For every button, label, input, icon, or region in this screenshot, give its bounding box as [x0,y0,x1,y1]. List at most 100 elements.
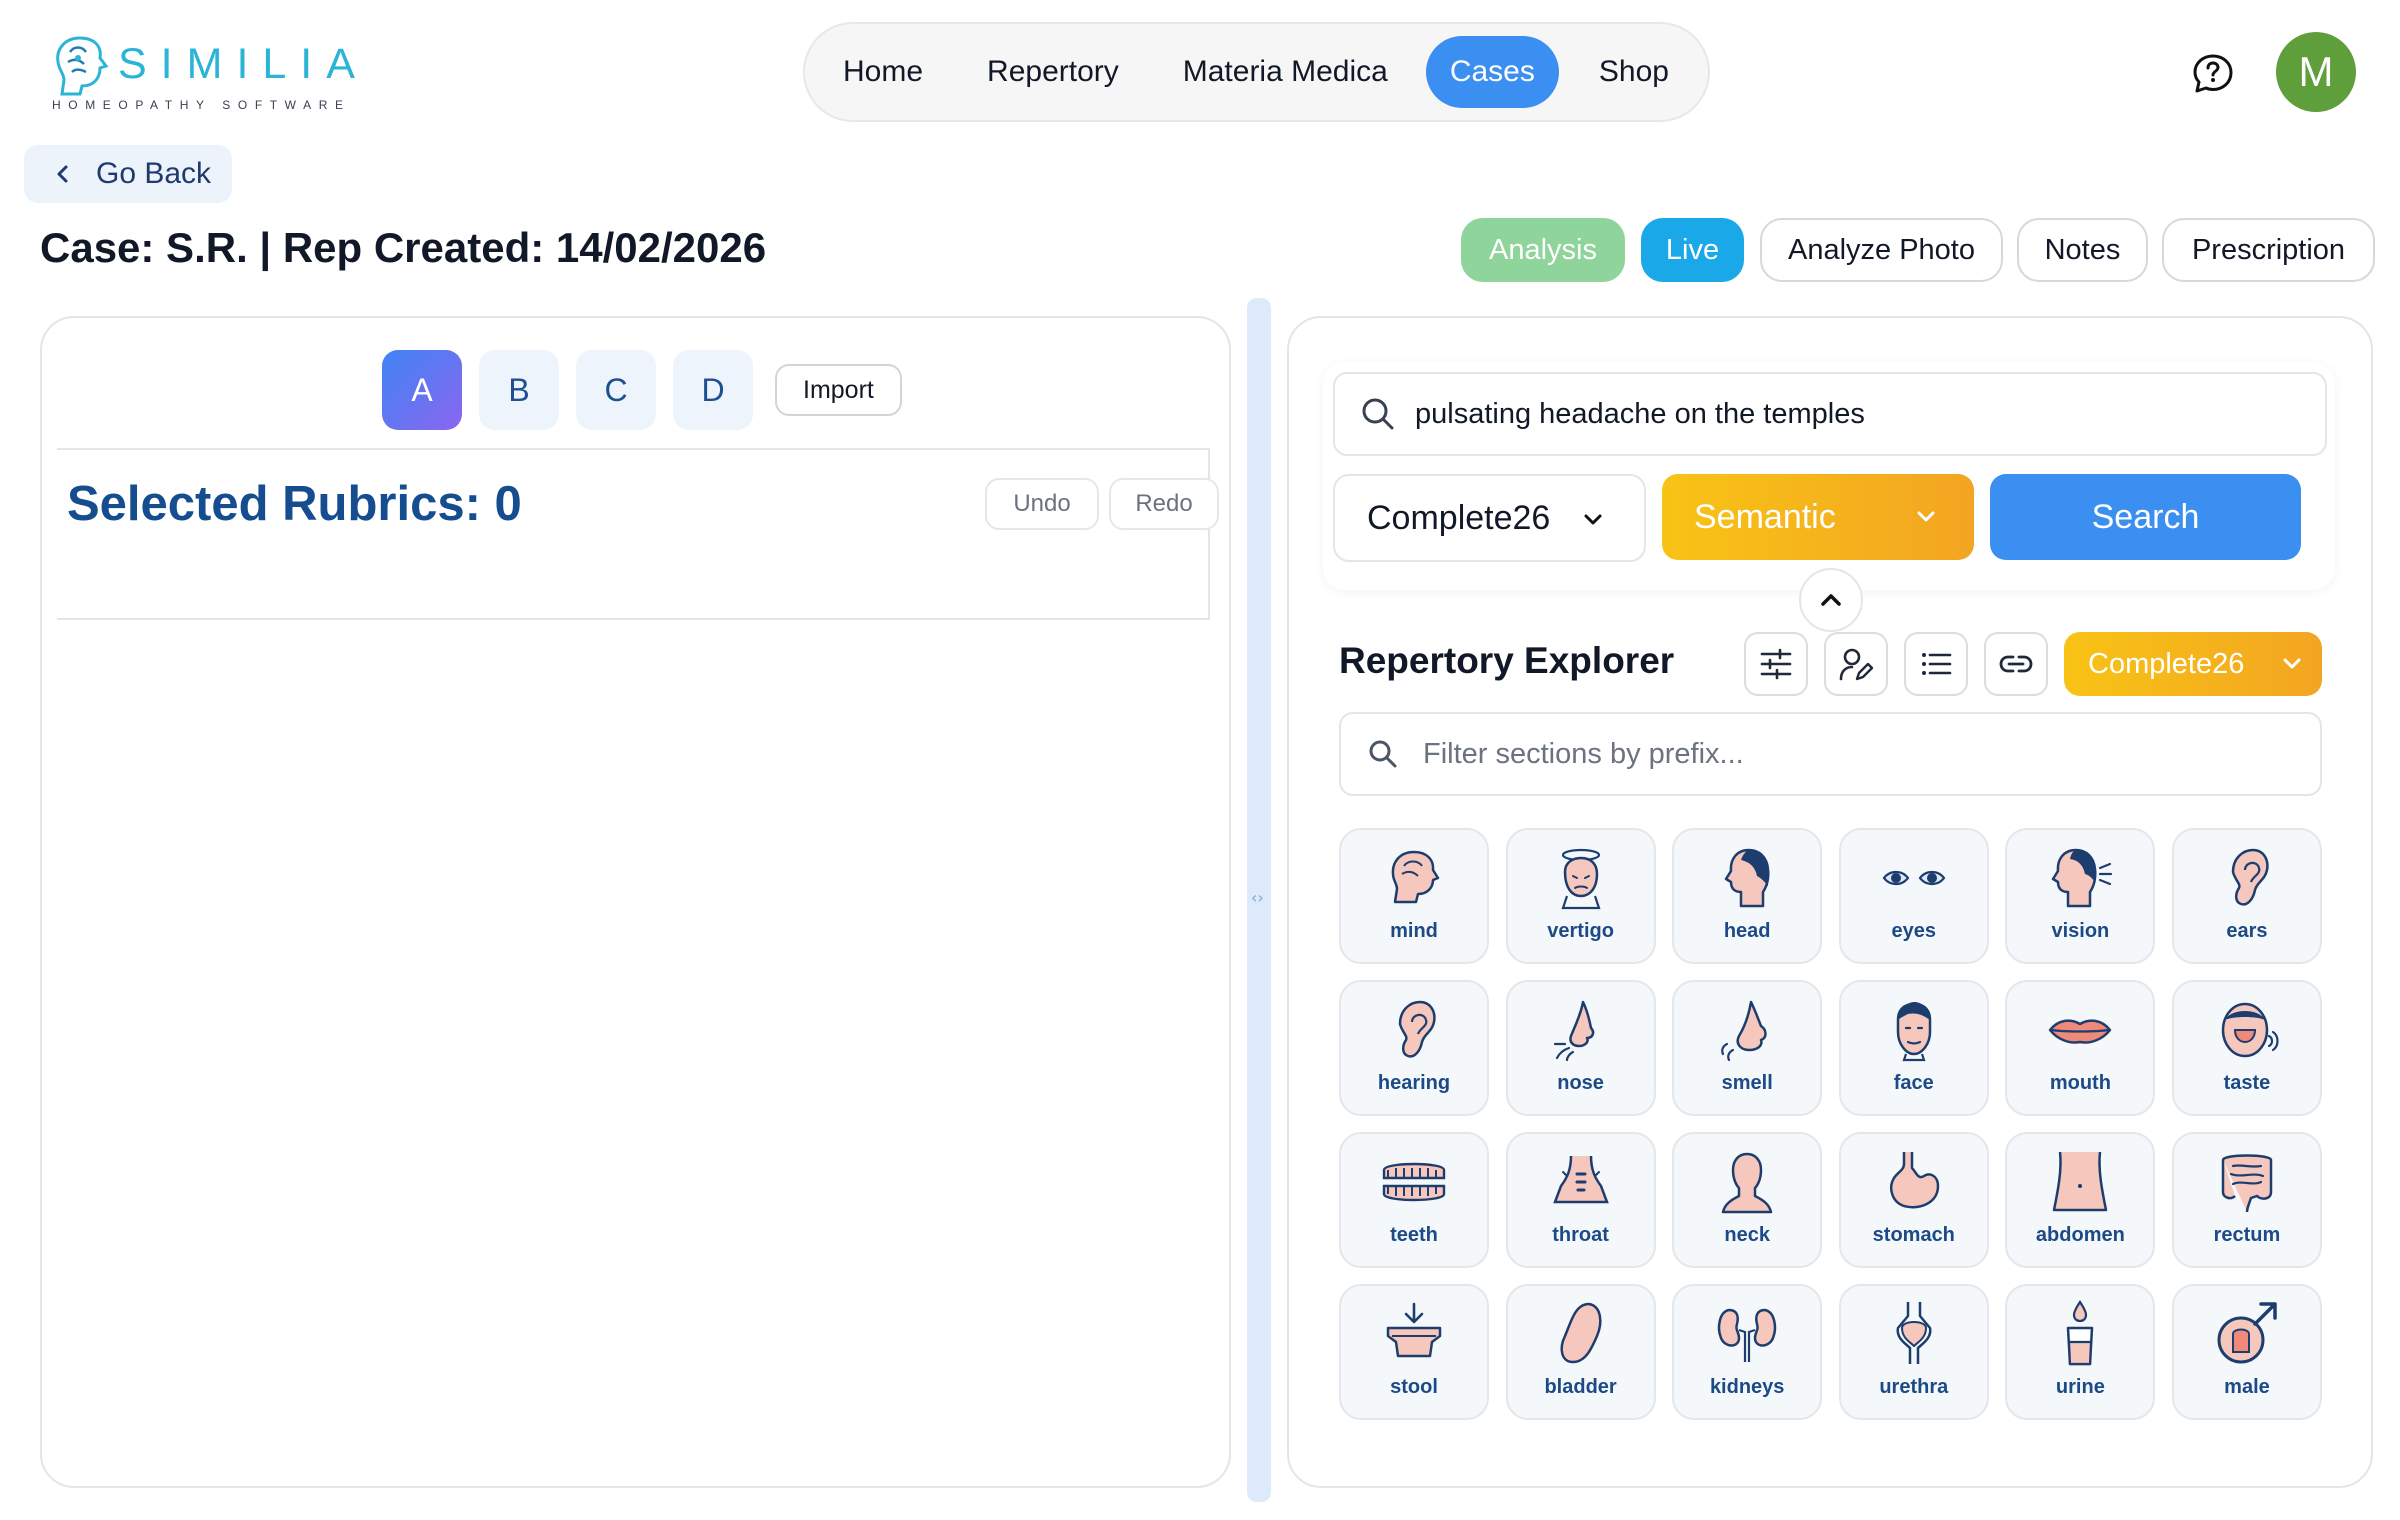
search-panel: pulsating headache on the temples Comple… [1287,316,2373,1488]
analyze-photo-button[interactable]: Analyze Photo [1760,218,2003,282]
link-button[interactable] [1984,632,2048,696]
section-label: hearing [1377,1072,1451,1094]
intestines-icon [2221,1154,2273,1213]
search-icon [1362,398,1394,430]
live-button[interactable]: Live [1641,218,1744,282]
section-male[interactable]: male [2171,1284,2322,1420]
section-vision[interactable]: vision [2005,828,2156,964]
stool-icon [1386,1302,1442,1358]
section-ears[interactable]: ears [2171,828,2322,964]
resize-handle-icon[interactable]: ‹› [1251,888,1264,907]
go-back-button[interactable]: Go Back [24,145,232,203]
nav-cases[interactable]: Cases [1425,36,1559,108]
section-mouth[interactable]: mouth [2005,980,2156,1116]
redo-button[interactable]: Redo [1109,478,1219,530]
symptom-search-input[interactable]: pulsating headache on the temples [1333,372,2327,456]
search-query: pulsating headache on the temples [1415,397,1865,430]
similia-logo[interactable]: SIMILIA HOMEOPATHY SOFTWARE [46,28,355,118]
selected-rubrics-title: Selected Rubrics: 0 [67,477,522,531]
teeth-icon [1382,1162,1446,1202]
section-label: throat [1552,1224,1609,1246]
section-label: vertigo [1547,920,1614,942]
user-avatar[interactable]: M [2276,32,2356,112]
vision-icon [2052,848,2113,908]
section-teeth[interactable]: teeth [1339,1132,1489,1268]
section-vertigo[interactable]: vertigo [1505,828,1656,964]
section-rectum[interactable]: rectum [2171,1132,2322,1268]
section-filter-input[interactable]: Filter sections by prefix... [1339,712,2322,796]
section-head[interactable]: head [1672,828,1823,964]
section-throat[interactable]: throat [1505,1132,1656,1268]
list-view-button[interactable] [1904,632,1968,696]
section-nose[interactable]: nose [1505,980,1656,1116]
user-pencil-icon [1839,648,1874,681]
search-mode-select[interactable]: Semantic [1662,474,1974,560]
section-stomach[interactable]: stomach [1838,1132,1989,1268]
prescription-button[interactable]: Prescription [2162,218,2375,282]
explorer-repertory-value: Complete26 [2088,647,2245,680]
taste-icon [2221,1002,2279,1058]
patient-button[interactable] [1824,632,1888,696]
section-filter-placeholder: Filter sections by prefix... [1423,737,1744,770]
section-label: taste [2223,1072,2271,1094]
search-button[interactable]: Search [1990,474,2301,560]
chevron-down-icon [1584,514,1602,525]
urine-icon [2067,1300,2094,1366]
notes-button[interactable]: Notes [2017,218,2148,282]
mouth-icon [2049,1019,2112,1044]
section-label: ears [2226,920,2268,942]
nav-home[interactable]: Home [819,36,947,108]
section-smell[interactable]: smell [1672,980,1823,1116]
section-abdomen[interactable]: abdomen [2005,1132,2156,1268]
section-eyes[interactable]: eyes [1838,828,1989,964]
eyes-icon [1882,870,1946,886]
chevron-up-icon [1821,594,1841,606]
section-hearing[interactable]: hearing [1339,980,1489,1116]
top-navigation: Home Repertory Materia Medica Cases Shop [803,22,1710,122]
kidneys-icon [1718,1308,1777,1362]
repertory-select[interactable]: Complete26 [1333,474,1646,562]
section-neck[interactable]: neck [1672,1132,1823,1268]
section-label: face [1893,1072,1934,1094]
section-face[interactable]: face [1838,980,1989,1116]
section-label: neck [1724,1224,1770,1246]
section-label: rectum [2213,1224,2281,1246]
ear-icon [2231,848,2269,906]
tab-b[interactable]: B [479,350,559,430]
analysis-button[interactable]: Analysis [1461,218,1625,282]
section-label: kidneys [1709,1376,1785,1398]
section-mind[interactable]: mind [1339,828,1489,964]
section-bladder[interactable]: bladder [1505,1284,1656,1420]
tab-d[interactable]: D [673,350,753,430]
nav-shop[interactable]: Shop [1575,36,1693,108]
section-label: teeth [1390,1224,1438,1246]
filters-button[interactable] [1744,632,1808,696]
section-urethra[interactable]: urethra [1838,1284,1989,1420]
section-kidneys[interactable]: kidneys [1672,1284,1823,1420]
tab-a[interactable]: A [382,350,462,430]
neck-icon [1721,1152,1773,1214]
stomach-icon [1889,1152,1940,1209]
tab-c[interactable]: C [576,350,656,430]
section-label: abdomen [2035,1224,2125,1246]
explorer-repertory-select[interactable]: Complete26 [2064,632,2322,696]
head-icon [1724,848,1770,908]
nav-materia-medica[interactable]: Materia Medica [1159,36,1412,108]
help-chat-icon[interactable] [2191,52,2235,96]
section-label: urethra [1879,1376,1949,1398]
section-urine[interactable]: urine [2005,1284,2156,1420]
sliders-icon [1760,648,1792,680]
vertigo-icon [1561,848,1601,910]
section-stool[interactable]: stool [1339,1284,1489,1420]
section-label: stool [1390,1376,1438,1398]
collapse-search-button[interactable] [1799,568,1863,632]
section-taste[interactable]: taste [2171,980,2322,1116]
nav-repertory[interactable]: Repertory [963,36,1143,108]
undo-button[interactable]: Undo [985,478,1099,530]
section-label: mind [1390,920,1438,942]
urethra-icon [1896,1302,1932,1364]
section-label: male [2224,1376,2270,1398]
search-icon [1369,740,1397,768]
import-button[interactable]: Import [775,364,902,416]
smell-icon [1721,1000,1767,1062]
